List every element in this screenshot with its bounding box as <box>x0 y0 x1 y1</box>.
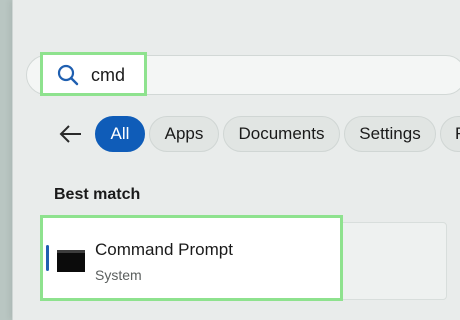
best-match-result[interactable]: Command Prompt System <box>40 215 343 301</box>
search-icon <box>57 64 79 86</box>
result-title: Command Prompt <box>95 240 233 259</box>
search-input[interactable]: cmd <box>40 52 147 96</box>
filter-tab-apps[interactable]: Apps <box>149 116 219 152</box>
result-details-card <box>330 222 447 300</box>
filter-tab-documents[interactable]: Documents <box>223 116 340 152</box>
best-match-heading: Best match <box>54 186 141 203</box>
filter-tab-settings[interactable]: Settings <box>344 116 436 152</box>
selection-indicator <box>46 245 49 271</box>
filter-tab-all[interactable]: All <box>95 116 145 152</box>
result-subtitle: System <box>95 267 142 283</box>
back-arrow-icon[interactable] <box>57 122 83 146</box>
search-query-text: cmd <box>91 65 126 85</box>
command-prompt-icon <box>57 250 85 272</box>
